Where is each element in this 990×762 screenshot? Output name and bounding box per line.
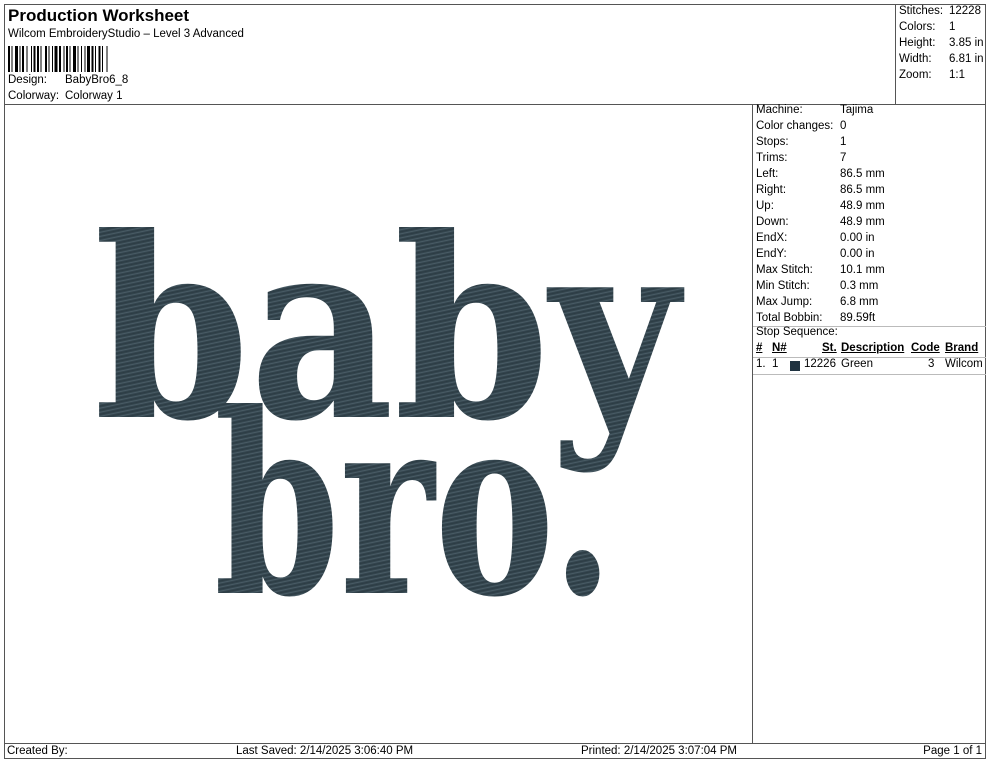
prop-value: 48.9 mm [840,200,885,212]
col-code: Code [911,342,940,354]
section-divider [753,374,986,375]
created-by: Created By: [7,745,68,757]
summary-panel: Stitches: 12228 Colors: 1 Height: 3.85 in W… [895,4,986,104]
summary-label: Stitches: [899,5,944,17]
design-row: Design: BabyBro6_8 [8,74,128,86]
prop-value: 7 [840,152,847,164]
prop-value: 48.9 mm [840,216,885,228]
prop-label: Min Stitch: [756,280,810,292]
summary-label: Colors: [899,21,936,33]
col-stitches: St. [822,342,837,354]
row-brand: Wilcom [945,358,983,370]
prop-up: Up: 48.9 mm [756,200,984,216]
prop-value: Tajima [840,104,874,116]
design-word-bro: bro. [214,358,614,652]
prop-label: Trims: [756,152,788,164]
prop-down: Down: 48.9 mm [756,216,984,232]
page-number: Page 1 of 1 [923,745,982,757]
summary-value: 1:1 [949,69,965,81]
colorway-value: Colorway 1 [65,90,123,102]
summary-value: 1 [949,21,956,33]
prop-endx: EndX: 0.00 in [756,232,984,248]
summary-label: Width: [899,53,932,65]
prop-color-changes: Color changes: 0 [756,120,984,136]
worksheet-header: Production Worksheet Wilcom EmbroiderySt… [4,4,896,104]
prop-left: Left: 86.5 mm [756,168,984,184]
prop-label: Right: [756,184,787,196]
stop-sequence-title: Stop Sequence: [756,326,838,338]
prop-label: Machine: [756,104,803,116]
prop-max-jump: Max Jump: 6.8 mm [756,296,984,312]
colorway-row: Colorway: Colorway 1 [8,90,123,102]
summary-zoom: Zoom: 1:1 [899,69,985,81]
row-needle: 1 [772,358,779,370]
prop-value: 0.00 in [840,248,875,260]
prop-value: 1 [840,136,847,148]
prop-value: 0 [840,120,847,132]
design-label: Design: [8,74,47,86]
prop-machine: Machine: Tajima [756,104,984,120]
prop-value: 86.5 mm [840,184,885,196]
last-saved: Last Saved: 2/14/2025 3:06:40 PM [236,745,414,757]
prop-label: Left: [756,168,779,180]
row-stitches: 12226 [804,358,836,370]
summary-value: 6.81 in [949,53,984,65]
prop-right: Right: 86.5 mm [756,184,984,200]
color-swatch [790,361,800,371]
software-name: Wilcom EmbroideryStudio – Level 3 Advanc… [8,28,244,40]
prop-label: EndX: [756,232,788,244]
design-preview: baby bro. [4,105,752,744]
page-title: Production Worksheet [8,6,190,25]
prop-value: 10.1 mm [840,264,885,276]
prop-stops: Stops: 1 [756,136,984,152]
properties-panel: Machine: Tajima Color changes: 0 Stops: 1 T… [752,104,986,744]
embroidery-canvas: baby bro. [94,182,685,652]
prop-label: EndY: [756,248,787,260]
stop-sequence-header: # N# St. Description Code Brand [756,342,984,358]
summary-label: Height: [899,37,936,49]
summary-stitches: Stitches: 12228 [899,5,985,17]
design-value: BabyBro6_8 [65,74,129,86]
prop-label: Color changes: [756,120,834,132]
summary-value: 3.85 in [949,37,984,49]
prop-label: Total Bobbin: [756,312,823,324]
col-needle: N# [772,342,787,354]
row-code: 3 [928,358,935,370]
prop-trims: Trims: 7 [756,152,984,168]
row-number: 1. [756,358,766,370]
prop-value: 0.3 mm [840,280,879,292]
prop-endy: EndY: 0.00 in [756,248,984,264]
barcode [8,46,108,72]
prop-value: 86.5 mm [840,168,885,180]
summary-height: Height: 3.85 in [899,37,985,49]
summary-value: 12228 [949,5,981,17]
col-number: # [756,342,763,354]
prop-label: Max Jump: [756,296,813,308]
prop-label: Max Stitch: [756,264,813,276]
table-row: 1. 1 12226 Green 3 Wilcom [756,358,984,374]
summary-colors: Colors: 1 [899,21,985,33]
prop-max-stitch: Max Stitch: 10.1 mm [756,264,984,280]
prop-label: Down: [756,216,789,228]
prop-value: 89.59ft [840,312,876,324]
summary-width: Width: 6.81 in [899,53,985,65]
prop-label: Up: [756,200,774,212]
colorway-label: Colorway: [8,90,60,102]
prop-label: Stops: [756,136,789,148]
worksheet-footer: Created By: Last Saved: 2/14/2025 3:06:4… [4,743,986,759]
prop-value: 6.8 mm [840,296,879,308]
summary-label: Zoom: [899,69,932,81]
col-description: Description [841,342,905,354]
col-brand: Brand [945,342,979,354]
prop-min-stitch: Min Stitch: 0.3 mm [756,280,984,296]
row-description: Green [841,358,873,370]
prop-value: 0.00 in [840,232,875,244]
printed-date: Printed: 2/14/2025 3:07:04 PM [581,745,737,757]
